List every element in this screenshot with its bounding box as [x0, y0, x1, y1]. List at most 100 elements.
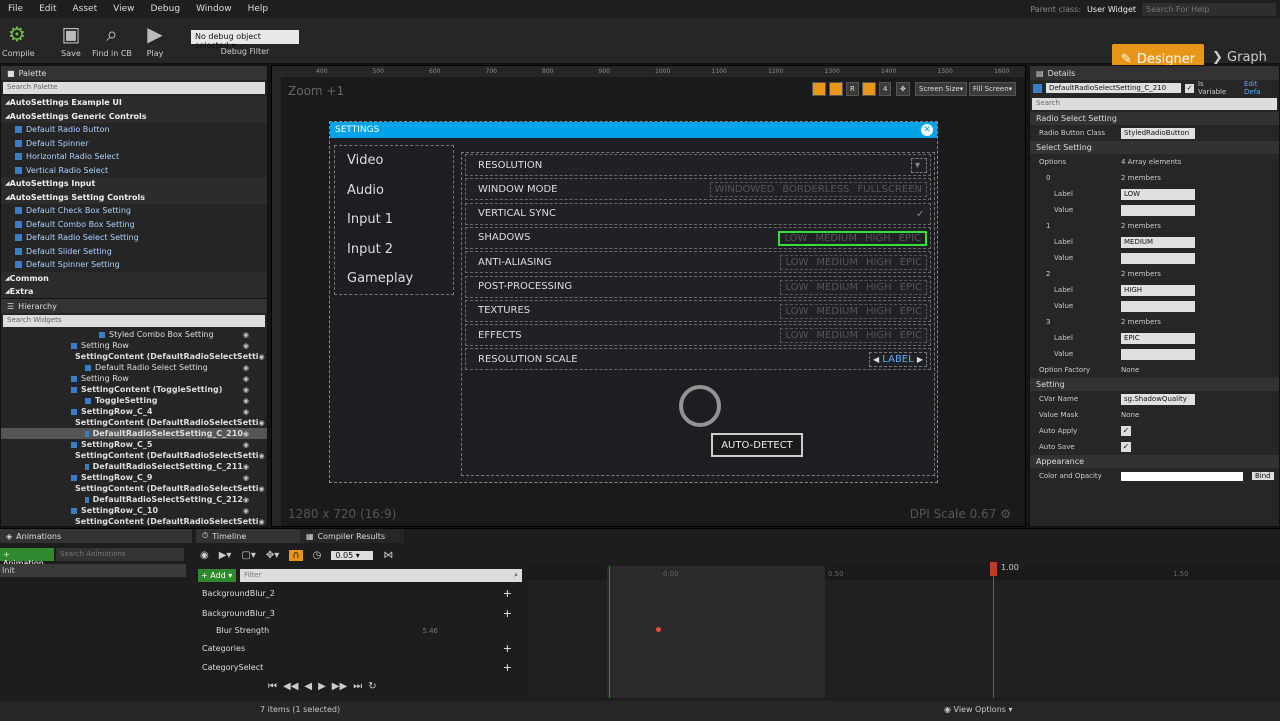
hierarchy-row[interactable]: DefaultRadioSelectSetting_C_212 ◉ [1, 494, 267, 505]
transform-mode-icon[interactable] [812, 82, 826, 96]
eye-icon[interactable]: ◉ [243, 430, 267, 438]
move-icon[interactable]: ✥▾ [266, 550, 279, 561]
screen-size-dropdown[interactable]: Screen Size ▾ [915, 82, 968, 96]
move-icon[interactable]: ✥ [896, 82, 910, 96]
go-end-icon[interactable]: ⏭ [353, 681, 362, 692]
select-setting-section[interactable]: Select Setting [1030, 141, 1279, 154]
hierarchy-search-input[interactable]: Search Widgets [3, 315, 265, 327]
eye-icon[interactable]: ◉ [259, 419, 267, 427]
category-item[interactable]: Video [335, 146, 453, 176]
details-search-input[interactable]: Search [1032, 98, 1277, 110]
setting-row[interactable]: RESOLUTION SCALE ◀ LABEL ▶ [465, 348, 931, 371]
loop-icon[interactable]: ↻ [368, 681, 376, 692]
appearance-section[interactable]: Appearance [1030, 455, 1279, 468]
option-button[interactable]: MEDIUM [816, 257, 858, 268]
palette-category[interactable]: ◢ AutoSettings Input [1, 177, 267, 191]
palette-item[interactable]: Default Spinner [1, 137, 267, 151]
eye-icon[interactable]: ◉ [243, 496, 267, 504]
hierarchy-row[interactable]: SettingContent (ToggleSetting) ◉ [1, 384, 267, 395]
graph-button[interactable]: ❯ Graph [1212, 50, 1267, 65]
play-icon[interactable]: ▶ [318, 681, 326, 692]
auto-detect-button[interactable]: AUTO-DETECT [711, 433, 803, 457]
eye-icon[interactable]: ◉ [243, 397, 267, 405]
category-item[interactable]: Input 2 [335, 235, 453, 265]
option-button[interactable]: EPIC [900, 282, 922, 293]
animations-search-input[interactable]: Search Animations [56, 548, 184, 561]
is-variable-checkbox[interactable]: ✓ [1185, 83, 1194, 93]
option-button[interactable]: WINDOWED [715, 184, 775, 195]
play-options-icon[interactable]: ▶▾ [219, 550, 232, 561]
debug-object-select[interactable]: No debug object selected ▾ [191, 30, 299, 50]
keyframe[interactable] [656, 627, 661, 632]
option-button[interactable]: HIGH [866, 257, 892, 268]
palette-tab[interactable]: ■ Palette [1, 66, 267, 80]
clock-icon[interactable]: ◷ [313, 550, 322, 561]
menu-debug[interactable]: Debug [142, 4, 188, 14]
select-icon[interactable]: ▢▾ [241, 550, 255, 561]
option-button[interactable]: MEDIUM [816, 306, 858, 317]
add-key-icon[interactable]: + [503, 642, 512, 655]
add-key-icon[interactable]: + [503, 661, 512, 674]
option-button[interactable]: BORDERLESS [782, 184, 849, 195]
r-button[interactable]: R [846, 82, 859, 96]
option-button[interactable]: EPIC [900, 306, 922, 317]
snap-value[interactable]: 4 [879, 82, 892, 96]
animations-tab[interactable]: ◈ Animations [0, 529, 192, 543]
add-key-icon[interactable]: + [503, 607, 512, 620]
view-options-button[interactable]: ◉ View Options ▾ [944, 705, 1013, 714]
search-help-input[interactable]: Search For Help [1142, 2, 1276, 16]
snap-interval-select[interactable]: 0.05 ▾ [331, 550, 374, 560]
option-button[interactable]: MEDIUM [816, 282, 858, 293]
arrow-left-icon[interactable]: ◀ [873, 355, 879, 364]
play-button[interactable]: ▶ Play [140, 21, 170, 58]
eye-icon[interactable]: ◉ [243, 331, 267, 339]
option-button[interactable]: HIGH [866, 306, 892, 317]
toggle-checkbox[interactable]: ✓ [913, 207, 927, 222]
save-button[interactable]: ▣ Save [56, 21, 86, 58]
settings-widget[interactable]: SETTINGS ✕ Video Audio Input 1 Input 2 Gamep… [329, 121, 938, 483]
palette-category[interactable]: ◢ Extra [1, 285, 267, 299]
menu-view[interactable]: View [105, 4, 142, 14]
hierarchy-row[interactable]: Styled Combo Box Setting ◉ [1, 329, 267, 340]
palette-item[interactable]: Default Combo Box Setting [1, 218, 267, 232]
setting-row[interactable]: SHADOWS LOW MEDIUM HIGH EPIC [465, 226, 931, 249]
element-3-value-value[interactable] [1121, 348, 1195, 360]
find-in-cb-button[interactable]: ⌕ Find in CB [90, 21, 134, 58]
radio-select-section[interactable]: Radio Select Setting [1030, 112, 1279, 125]
option-button[interactable]: LOW [784, 233, 807, 244]
element-0-label-value[interactable]: LOW [1121, 188, 1195, 200]
eye-icon[interactable]: ◉ [243, 463, 267, 471]
palette-category[interactable]: ◢ AutoSettings Generic Controls [1, 109, 267, 123]
eye-icon[interactable]: ◉ [243, 342, 267, 350]
hierarchy-row[interactable]: DefaultRadioSelectSetting_C_210 ◉ [1, 428, 267, 439]
details-tab[interactable]: ▤ Details [1030, 66, 1279, 80]
element-1-label-value[interactable]: MEDIUM [1121, 236, 1195, 248]
palette-item[interactable]: Default Radio Select Setting [1, 231, 267, 245]
palette-category[interactable]: ◢ AutoSettings Setting Controls [1, 190, 267, 204]
option-button[interactable]: EPIC [900, 330, 922, 341]
edit-defaults-link[interactable]: Edit Defa [1244, 80, 1276, 96]
hierarchy-row[interactable]: ToggleSetting ◉ [1, 395, 267, 406]
compiler-results-tab[interactable]: ▦ Compiler Results [300, 529, 404, 543]
hierarchy-row[interactable]: SettingContent (DefaultRadioSelectSetti ◉ [1, 351, 267, 362]
option-button[interactable]: HIGH [866, 282, 892, 293]
auto-save-checkbox[interactable]: ✓ [1121, 442, 1131, 452]
timeline-tab[interactable]: ⏱ Timeline [196, 529, 300, 543]
eye-icon[interactable]: ◉ [243, 408, 267, 416]
timeline-track[interactable]: BackgroundBlur_2 + [196, 585, 522, 602]
eye-icon[interactable]: ◉ [243, 364, 267, 372]
palette-item[interactable]: Horizontal Radio Select [1, 150, 267, 164]
hierarchy-row[interactable]: SettingContent (DefaultRadioSelectSetti ◉ [1, 483, 267, 494]
menu-window[interactable]: Window [188, 4, 240, 14]
category-item[interactable]: Input 1 [335, 205, 453, 235]
designer-canvas[interactable]: 400 500 600 700 800 900 1000 1100 1200 1300 1400 15… [271, 65, 1026, 527]
palette-item[interactable]: Vertical Radio Select [1, 164, 267, 178]
option-button[interactable]: EPIC [900, 257, 922, 268]
setting-row[interactable]: RESOLUTION ▾ [465, 154, 931, 176]
setting-row[interactable]: ANTI-ALIASING LOW MEDIUM HIGH EPIC [465, 251, 931, 274]
menu-file[interactable]: File [0, 4, 31, 14]
fill-screen-dropdown[interactable]: Fill Screen ▾ [969, 82, 1017, 96]
auto-apply-checkbox[interactable]: ✓ [1121, 426, 1131, 436]
setting-row[interactable]: VERTICAL SYNC ✓ [465, 202, 931, 225]
hierarchy-row[interactable]: SettingRow_C_10 ◉ [1, 505, 267, 516]
